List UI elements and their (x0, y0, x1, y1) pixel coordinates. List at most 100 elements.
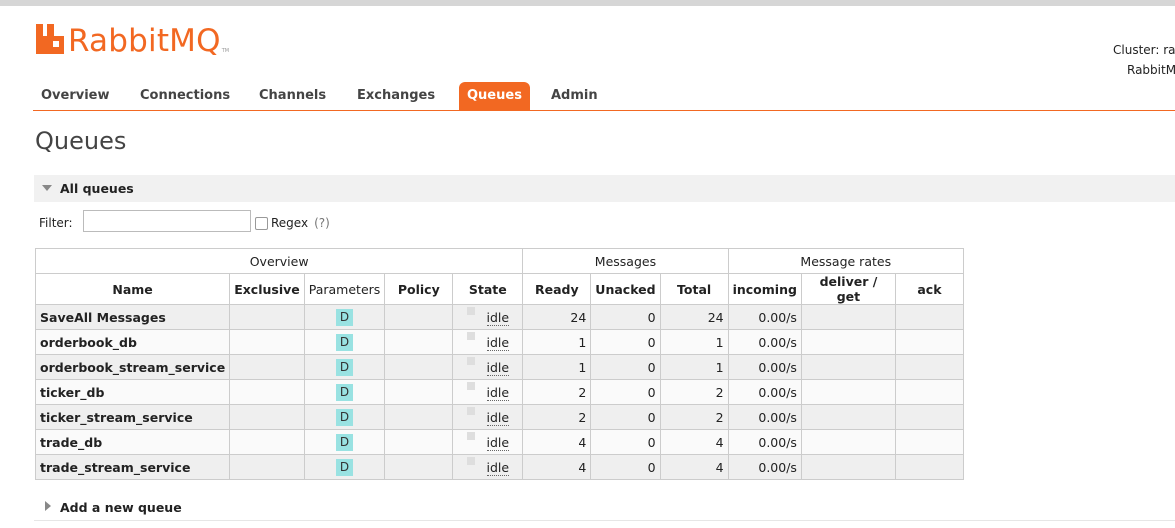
col-header-exclusive[interactable]: Exclusive (229, 273, 305, 305)
parameters-cell: D (303, 429, 386, 455)
col-header-policy[interactable]: Policy (384, 273, 454, 305)
queue-name-link[interactable]: trade_stream_service (34, 454, 231, 480)
queue-name-link[interactable]: ticker_db (34, 379, 231, 405)
ack-rate (894, 304, 964, 330)
policy-cell (384, 379, 454, 405)
ack-rate (894, 354, 964, 380)
state-indicator-icon (466, 306, 475, 315)
col-header-state[interactable]: State (452, 273, 524, 305)
table-group-header: Overview Messages Message rates (34, 248, 964, 274)
table-row[interactable]: trade_stream_service D idle 4 0 4 0.00/s (34, 454, 964, 480)
state-indicator-icon (466, 331, 475, 340)
state-indicator-icon (466, 406, 475, 415)
unacked-count: 0 (590, 329, 661, 355)
tab-overview[interactable]: Overview (33, 82, 118, 110)
durable-badge: D (336, 408, 354, 426)
col-header-ready[interactable]: Ready (522, 273, 592, 305)
rabbitmq-logo[interactable]: RabbitMQ TM (36, 24, 229, 58)
deliver-get-rate (800, 429, 896, 455)
col-header-name[interactable]: Name (34, 273, 231, 305)
state-label: idle (486, 384, 510, 401)
queue-name-link[interactable]: ticker_stream_service (34, 404, 231, 430)
ready-count: 1 (522, 354, 592, 380)
exclusive-cell (229, 454, 305, 480)
tab-queues[interactable]: Queues (459, 82, 530, 110)
col-header-ack[interactable]: ack (894, 273, 964, 305)
col-header-total[interactable]: Total (659, 273, 729, 305)
regex-option: Regex (?) (255, 216, 330, 230)
durable-badge: D (336, 458, 354, 476)
parameters-cell: D (303, 404, 386, 430)
table-row[interactable]: ticker_stream_service D idle 2 0 2 0.00/… (34, 404, 964, 430)
queue-name-link[interactable]: orderbook_db (34, 329, 231, 355)
policy-cell (384, 354, 454, 380)
ready-count: 1 (522, 329, 592, 355)
ack-rate (894, 429, 964, 455)
page-title: Queues (35, 127, 127, 155)
tab-channels[interactable]: Channels (251, 82, 334, 110)
col-header-incoming[interactable]: incoming (727, 273, 802, 305)
table-row[interactable]: orderbook_db D idle 1 0 1 0.00/s (34, 329, 964, 355)
state-cell: idle (452, 404, 524, 430)
total-count: 1 (659, 329, 729, 355)
queue-name-link[interactable]: trade_db (34, 429, 231, 455)
deliver-get-rate (800, 379, 896, 405)
all-queues-section-toggle[interactable]: All queues (34, 174, 1175, 202)
state-label: idle (486, 359, 510, 376)
policy-cell (384, 454, 454, 480)
durable-badge: D (336, 333, 354, 351)
add-queue-section-toggle[interactable]: Add a new queue (34, 494, 1175, 521)
queue-name-link[interactable]: SaveAll Messages (34, 304, 231, 330)
col-header-parameters[interactable]: Parameters (303, 273, 386, 305)
col-header-deliver-get[interactable]: deliver / get (800, 273, 896, 305)
tab-exchanges[interactable]: Exchanges (349, 82, 443, 110)
total-count: 2 (659, 379, 729, 405)
ready-count: 2 (522, 404, 592, 430)
tab-connections[interactable]: Connections (132, 82, 238, 110)
deliver-get-rate (800, 454, 896, 480)
incoming-rate: 0.00/s (727, 404, 802, 430)
table-row[interactable]: trade_db D idle 4 0 4 0.00/s (34, 429, 964, 455)
filter-input[interactable] (83, 210, 251, 232)
tab-admin[interactable]: Admin (543, 82, 606, 110)
incoming-rate: 0.00/s (727, 429, 802, 455)
ack-rate (894, 454, 964, 480)
state-label: idle (486, 434, 510, 451)
parameters-cell: D (303, 304, 386, 330)
durable-badge: D (336, 358, 354, 376)
parameters-cell: D (303, 329, 386, 355)
unacked-count: 0 (590, 354, 661, 380)
exclusive-cell (229, 379, 305, 405)
total-count: 2 (659, 404, 729, 430)
ack-rate (894, 379, 964, 405)
state-indicator-icon (466, 381, 475, 390)
ready-count: 24 (522, 304, 592, 330)
state-label: idle (486, 309, 510, 326)
incoming-rate: 0.00/s (727, 454, 802, 480)
collapse-triangle-icon (42, 185, 52, 191)
state-cell: idle (452, 454, 524, 480)
policy-cell (384, 304, 454, 330)
table-row[interactable]: orderbook_stream_service D idle 1 0 1 0.… (34, 354, 964, 380)
col-header-unacked[interactable]: Unacked (590, 273, 661, 305)
durable-badge: D (336, 383, 354, 401)
group-header-overview: Overview (34, 248, 524, 274)
ack-rate (894, 329, 964, 355)
state-label: idle (486, 334, 510, 351)
queue-name-link[interactable]: orderbook_stream_service (34, 354, 231, 380)
durable-badge: D (336, 433, 354, 451)
incoming-rate: 0.00/s (727, 354, 802, 380)
state-cell: idle (452, 354, 524, 380)
deliver-get-rate (800, 404, 896, 430)
state-cell: idle (452, 304, 524, 330)
state-cell: idle (452, 429, 524, 455)
ready-count: 2 (522, 379, 592, 405)
parameters-cell: D (303, 354, 386, 380)
state-indicator-icon (466, 356, 475, 365)
group-header-messages: Messages (522, 248, 729, 274)
table-row[interactable]: ticker_db D idle 2 0 2 0.00/s (34, 379, 964, 405)
regex-help-link[interactable]: (?) (314, 216, 330, 230)
table-row[interactable]: SaveAll Messages D idle 24 0 24 0.00/s (34, 304, 964, 330)
regex-checkbox[interactable] (255, 216, 268, 230)
group-header-message-rates: Message rates (727, 248, 964, 274)
